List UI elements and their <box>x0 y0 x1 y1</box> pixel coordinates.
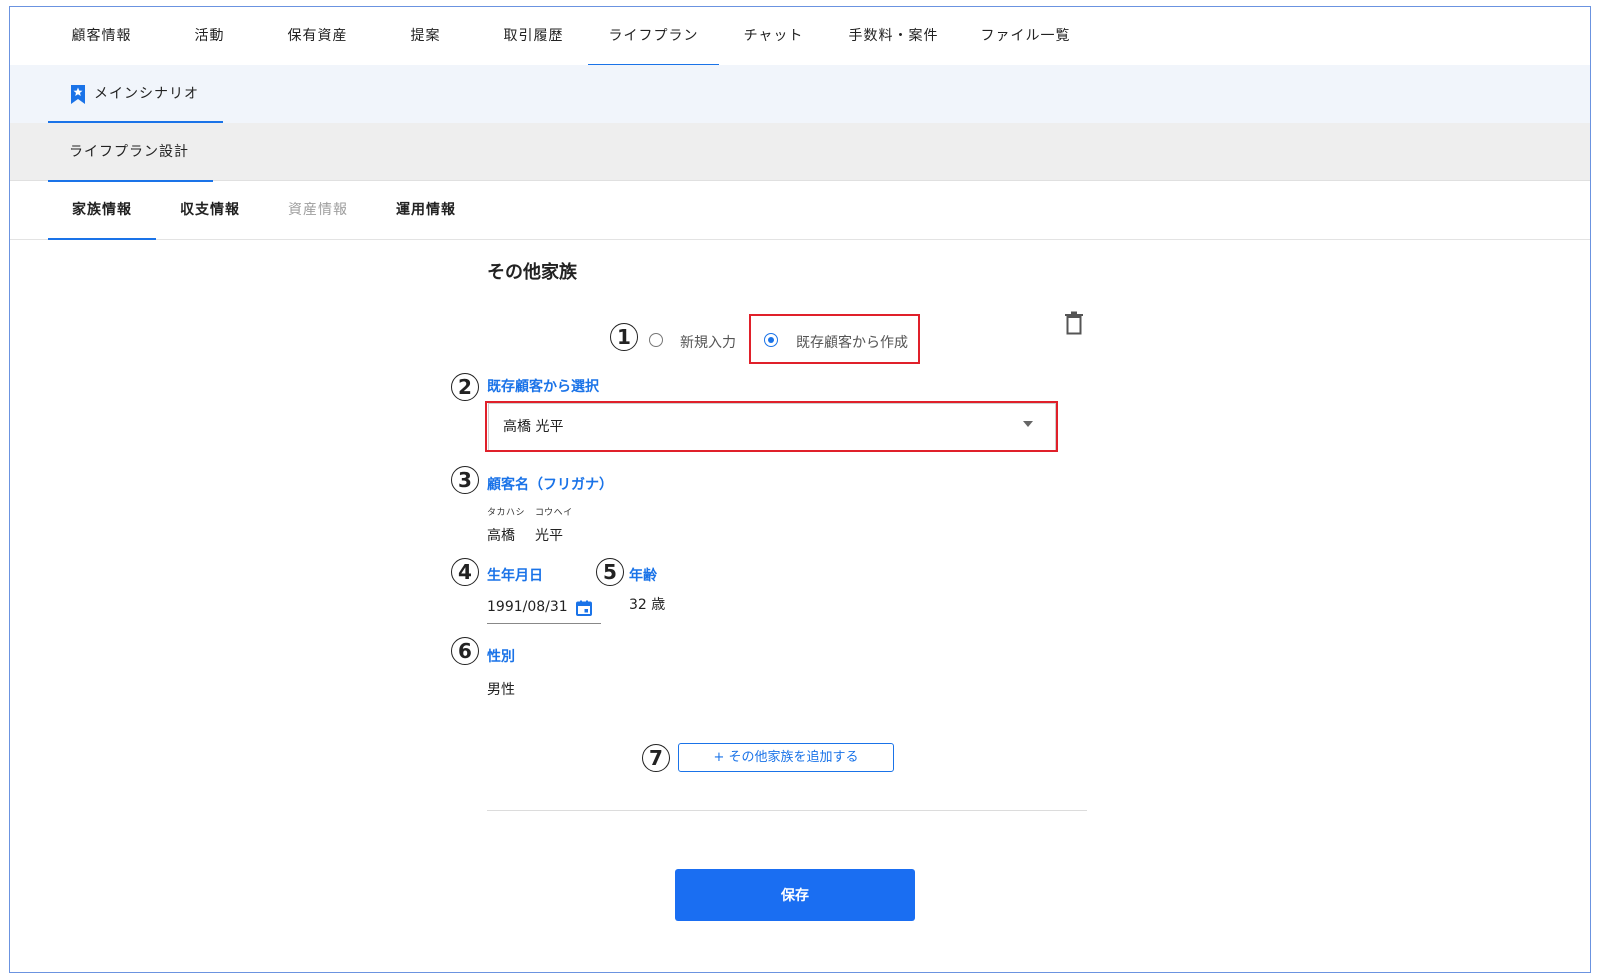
annotation-5: 5 <box>596 558 624 586</box>
tab-proposal[interactable]: 提案 <box>372 7 479 65</box>
tab-main-scenario[interactable]: メインシナリオ <box>48 65 223 123</box>
lifeplan-design-label: ライフプラン設計 <box>69 144 189 160</box>
app-frame: 顧客情報 活動 保有資産 提案 取引履歴 ライフプラン チャット 手数料・案件 … <box>9 6 1591 973</box>
sub-tabs: 家族情報 収支情報 資産情報 運用情報 <box>10 181 1590 240</box>
trash-icon[interactable] <box>1064 311 1084 335</box>
kana-last-name: タカハシ <box>487 508 526 518</box>
annotation-6: 6 <box>451 637 479 665</box>
annotation-3: 3 <box>451 466 479 494</box>
birthdate-input[interactable]: 1991/08/31 <box>487 593 601 624</box>
section-title: その他家族 <box>487 262 577 283</box>
tab-transactions[interactable]: 取引履歴 <box>480 7 587 65</box>
design-bar: ライフプラン設計 <box>10 123 1590 182</box>
annotation-1: 1 <box>610 323 638 351</box>
add-other-family-button[interactable]: + その他家族を追加する <box>678 743 894 772</box>
bookmark-star-icon <box>71 85 85 104</box>
age-value: 32 歳 <box>629 597 666 613</box>
first-name-value: 光平 <box>535 528 563 544</box>
main-scenario-label: メインシナリオ <box>94 86 199 102</box>
tab-fees-cases[interactable]: 手数料・案件 <box>828 7 959 65</box>
highlight-box-select <box>485 401 1058 452</box>
tab-family-info[interactable]: 家族情報 <box>48 181 156 240</box>
tab-lifeplan[interactable]: ライフプラン <box>588 7 719 66</box>
birthdate-label: 生年月日 <box>487 568 543 584</box>
age-label: 年齢 <box>629 568 657 584</box>
birthdate-value: 1991/08/31 <box>487 599 568 615</box>
save-button[interactable]: 保存 <box>675 869 915 921</box>
tab-chat[interactable]: チャット <box>720 7 827 65</box>
top-nav: 顧客情報 活動 保有資産 提案 取引履歴 ライフプラン チャット 手数料・案件 … <box>10 7 1590 66</box>
customer-name-label: 顧客名（フリガナ） <box>487 477 613 493</box>
radio-new-entry-label: 新規入力 <box>680 335 736 351</box>
kana-first-name: コウヘイ <box>535 508 573 518</box>
tab-lifeplan-design[interactable]: ライフプラン設計 <box>48 123 213 182</box>
gender-value: 男性 <box>487 682 515 698</box>
tab-income-expense[interactable]: 収支情報 <box>156 181 264 239</box>
divider <box>487 810 1087 811</box>
annotation-2: 2 <box>451 373 479 401</box>
tab-investment-info[interactable]: 運用情報 <box>372 181 480 239</box>
gender-label: 性別 <box>487 649 515 665</box>
select-customer-label: 既存顧客から選択 <box>487 379 599 395</box>
annotation-7: 7 <box>642 744 670 772</box>
tab-activity[interactable]: 活動 <box>156 7 263 65</box>
annotation-4: 4 <box>451 558 479 586</box>
tab-file-list[interactable]: ファイル一覧 <box>960 7 1091 65</box>
calendar-icon[interactable] <box>576 600 592 616</box>
tab-asset-info: 資産情報 <box>288 202 348 218</box>
radio-new-entry[interactable] <box>649 333 663 347</box>
tab-customer-info[interactable]: 顧客情報 <box>48 7 155 65</box>
tab-holdings[interactable]: 保有資産 <box>264 7 371 65</box>
last-name-value: 高橋 <box>487 528 515 544</box>
radio-existing-customer[interactable] <box>764 333 778 347</box>
scenario-bar: メインシナリオ <box>10 65 1590 123</box>
radio-existing-customer-label: 既存顧客から作成 <box>796 335 908 351</box>
